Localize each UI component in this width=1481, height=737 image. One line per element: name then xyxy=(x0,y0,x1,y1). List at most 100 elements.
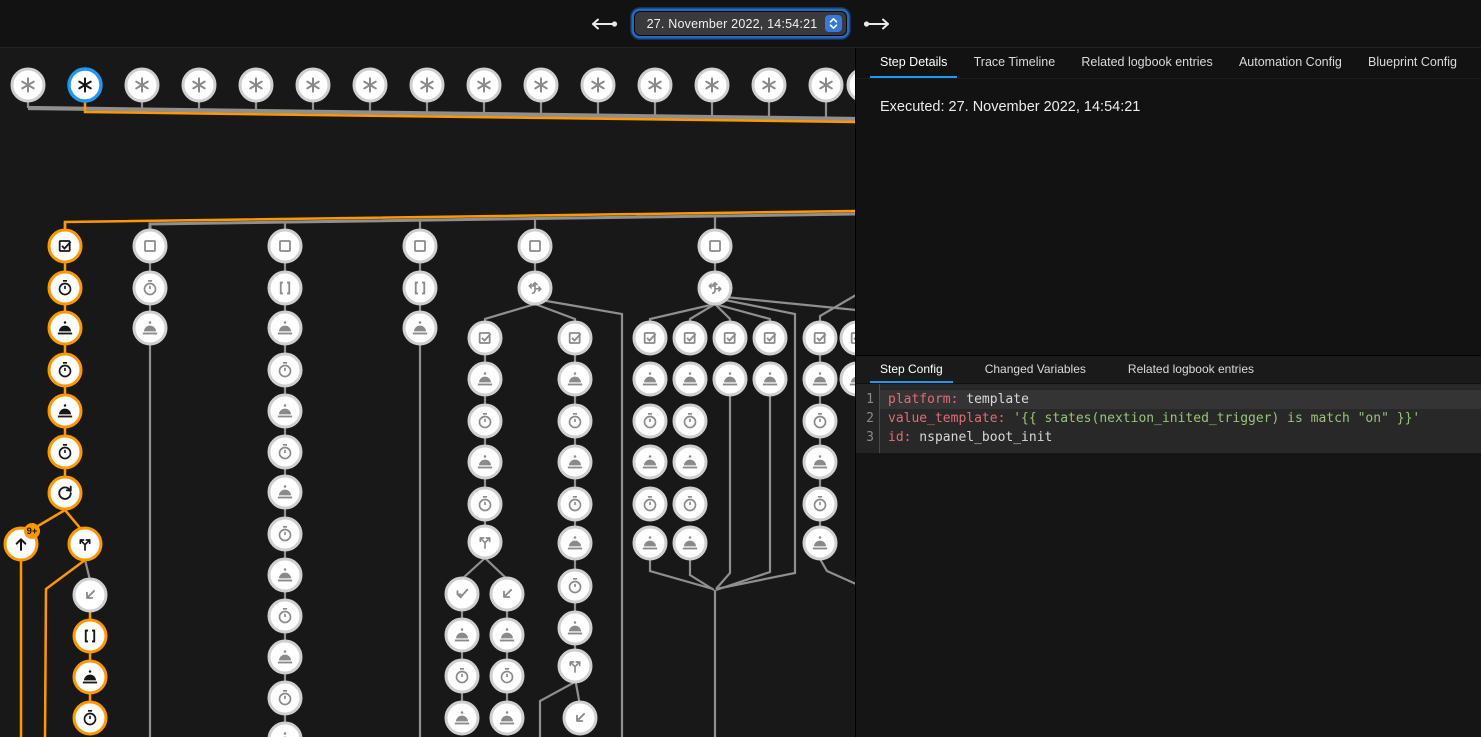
graph-node-asterisk[interactable] xyxy=(69,69,101,101)
graph-node-checkbox[interactable] xyxy=(804,322,836,354)
graph-node-timer[interactable] xyxy=(634,488,666,520)
tab-related-logbook[interactable]: Related logbook entries xyxy=(1071,48,1222,78)
graph-node-dome[interactable] xyxy=(446,619,478,651)
graph-node-checkarrow[interactable] xyxy=(446,578,478,610)
tab-config-related-logbook[interactable]: Related logbook entries xyxy=(1118,356,1264,383)
graph-node-arrowbl[interactable] xyxy=(74,579,106,611)
graph-node-timer[interactable] xyxy=(804,405,836,437)
graph-node-brackets[interactable] xyxy=(74,620,106,652)
graph-node-asterisk[interactable] xyxy=(810,69,842,101)
graph-node-asterisk[interactable] xyxy=(525,69,557,101)
graph-node-square[interactable] xyxy=(134,230,166,262)
graph-node-square[interactable] xyxy=(699,230,731,262)
graph-node-checkbox[interactable] xyxy=(754,322,786,354)
graph-node-dome[interactable] xyxy=(674,527,706,559)
graph-node-asterisk[interactable] xyxy=(753,69,785,101)
graph-node-brackets[interactable] xyxy=(269,272,301,304)
graph-node-timer[interactable] xyxy=(74,702,106,734)
graph-node-dome[interactable] xyxy=(559,446,591,478)
graph-node-timer[interactable] xyxy=(269,600,301,632)
graph-node-asterisk[interactable] xyxy=(411,69,443,101)
graph-node-timer[interactable] xyxy=(269,436,301,468)
graph-node-dome[interactable] xyxy=(49,312,81,344)
graph-node-checkbox[interactable] xyxy=(714,322,746,354)
graph-node-dome[interactable] xyxy=(491,619,523,651)
tab-trace-timeline[interactable]: Trace Timeline xyxy=(964,48,1066,78)
graph-node-choose[interactable] xyxy=(519,272,551,304)
graph-node-timer[interactable] xyxy=(134,272,166,304)
graph-node-dome[interactable] xyxy=(674,363,706,395)
graph-node-dome[interactable] xyxy=(754,363,786,395)
graph-node-dome[interactable] xyxy=(269,723,301,737)
graph-node-asterisk[interactable] xyxy=(696,69,728,101)
trace-run-select[interactable]: 27. November 2022, 14:54:21 xyxy=(635,12,847,35)
graph-node-split[interactable] xyxy=(69,528,101,560)
graph-node-timer[interactable] xyxy=(559,405,591,437)
graph-node-timer[interactable] xyxy=(634,405,666,437)
graph-node-timer[interactable] xyxy=(49,272,81,304)
tab-step-details[interactable]: Step Details xyxy=(870,48,957,78)
graph-node-timer[interactable] xyxy=(559,570,591,602)
graph-node-checkbox[interactable] xyxy=(49,230,81,262)
yaml-editor[interactable]: 1 2 3 platform: template value_template:… xyxy=(856,384,1481,453)
graph-node-dome[interactable] xyxy=(491,702,523,734)
graph-node-dome[interactable] xyxy=(74,661,106,693)
graph-node-choose[interactable] xyxy=(699,272,731,304)
graph-node-square[interactable] xyxy=(404,230,436,262)
graph-node-dome[interactable] xyxy=(804,446,836,478)
graph-node-dome[interactable] xyxy=(559,612,591,644)
graph-node-dome[interactable] xyxy=(804,527,836,559)
graph-node-arrowbl[interactable] xyxy=(491,578,523,610)
graph-node-timer[interactable] xyxy=(469,405,501,437)
graph-node-asterisk[interactable] xyxy=(848,69,856,101)
graph-node-checkbox[interactable] xyxy=(559,322,591,354)
graph-node-dome[interactable] xyxy=(634,527,666,559)
graph-node-dome[interactable] xyxy=(559,363,591,395)
tab-step-config[interactable]: Step Config xyxy=(870,356,953,383)
graph-node-timer[interactable] xyxy=(49,354,81,386)
graph-node-arrowup[interactable]: 9+ xyxy=(5,523,40,560)
graph-node-square[interactable] xyxy=(269,230,301,262)
graph-node-square[interactable] xyxy=(519,230,551,262)
graph-node-checkbox[interactable] xyxy=(674,322,706,354)
graph-node-asterisk[interactable] xyxy=(183,69,215,101)
graph-node-arrowbl[interactable] xyxy=(564,702,596,734)
graph-node-dome[interactable] xyxy=(269,395,301,427)
graph-node-timer[interactable] xyxy=(491,660,523,692)
graph-node-timer[interactable] xyxy=(674,488,706,520)
graph-node-dome[interactable] xyxy=(804,363,836,395)
tab-automation-config[interactable]: Automation Config xyxy=(1229,48,1352,78)
graph-node-split[interactable] xyxy=(469,526,501,558)
graph-node-dome[interactable] xyxy=(841,363,856,395)
graph-node-checkbox[interactable] xyxy=(469,322,501,354)
graph-node-dome[interactable] xyxy=(269,476,301,508)
graph-node-timer[interactable] xyxy=(674,405,706,437)
graph-node-split[interactable] xyxy=(559,650,591,682)
graph-node-asterisk[interactable] xyxy=(297,69,329,101)
next-run-button[interactable] xyxy=(862,17,892,31)
graph-node-timer[interactable] xyxy=(269,354,301,386)
graph-node-asterisk[interactable] xyxy=(582,69,614,101)
graph-node-asterisk[interactable] xyxy=(639,69,671,101)
graph-node-dome[interactable] xyxy=(559,527,591,559)
graph-node-dome[interactable] xyxy=(714,363,746,395)
graph-node-asterisk[interactable] xyxy=(12,69,44,101)
previous-run-button[interactable] xyxy=(589,17,619,31)
graph-node-dome[interactable] xyxy=(49,395,81,427)
graph-node-dome[interactable] xyxy=(469,446,501,478)
graph-node-dome[interactable] xyxy=(634,446,666,478)
graph-node-brackets[interactable] xyxy=(404,272,436,304)
graph-node-timer[interactable] xyxy=(804,488,836,520)
tab-blueprint-config[interactable]: Blueprint Config xyxy=(1358,48,1467,78)
graph-node-checkbox[interactable] xyxy=(841,322,856,354)
graph-node-timer[interactable] xyxy=(269,682,301,714)
graph-node-asterisk[interactable] xyxy=(354,69,386,101)
graph-node-dome[interactable] xyxy=(269,641,301,673)
graph-node-asterisk[interactable] xyxy=(240,69,272,101)
graph-node-dome[interactable] xyxy=(469,363,501,395)
graph-node-dome[interactable] xyxy=(674,446,706,478)
graph-node-timer[interactable] xyxy=(559,488,591,520)
graph-node-timer[interactable] xyxy=(469,488,501,520)
graph-node-dome[interactable] xyxy=(269,312,301,344)
graph-node-dome[interactable] xyxy=(446,702,478,734)
